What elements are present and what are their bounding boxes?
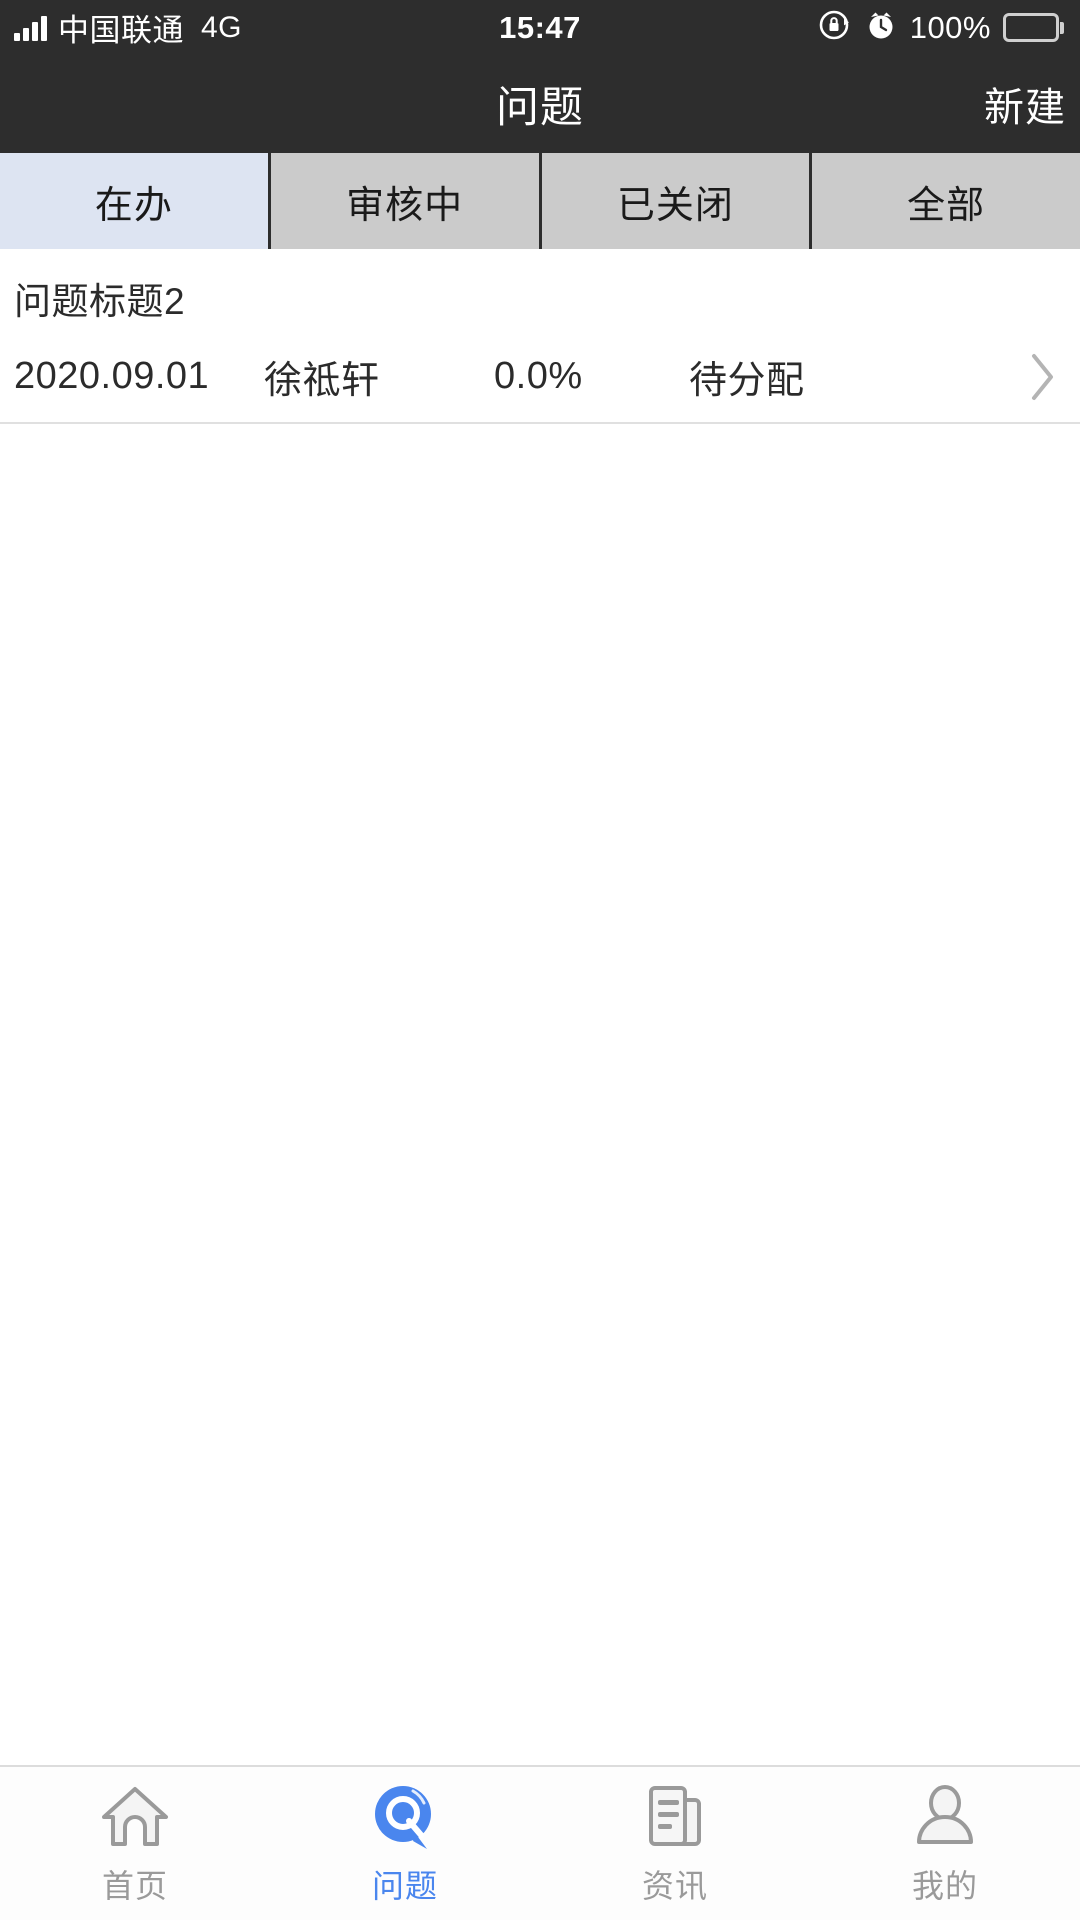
tab-profile[interactable]: 我的: [810, 1781, 1080, 1907]
battery-percent-label: 100%: [909, 9, 991, 45]
home-icon: [99, 1781, 171, 1853]
tab-news[interactable]: 资讯: [540, 1781, 810, 1907]
tab-issues[interactable]: 问题: [270, 1781, 540, 1907]
status-filter-tabs: 在办 审核中 已关闭 全部: [0, 153, 1080, 249]
news-icon: [639, 1781, 711, 1853]
issue-title: 问题标题2: [14, 281, 186, 322]
alarm-clock-icon: [864, 8, 898, 47]
rotation-lock-icon: [818, 8, 852, 47]
status-bar-right: 100%: [818, 8, 1064, 47]
status-bar-left: 中国联通 4G: [14, 5, 242, 50]
issue-meta-row: 2020.09.01 徐祗轩 0.0% 待分配: [14, 349, 1066, 404]
issue-progress: 0.0%: [494, 355, 583, 397]
issue-owner: 徐祗轩: [264, 360, 380, 402]
tab-all[interactable]: 全部: [812, 153, 1080, 249]
tab-closed[interactable]: 已关闭: [541, 153, 813, 249]
status-bar: 中国联通 4G 15:47 100%: [0, 0, 1080, 55]
chevron-right-icon[interactable]: [1026, 351, 1066, 403]
tab-issues-label: 问题: [371, 1867, 438, 1904]
question-bubble-icon: [369, 1781, 441, 1853]
tab-home[interactable]: 首页: [0, 1781, 270, 1907]
tab-under-review[interactable]: 审核中: [270, 153, 542, 249]
page-title: 问题: [496, 84, 584, 132]
carrier-label: 中国联通: [58, 13, 184, 48]
network-type-label: 4G: [201, 10, 243, 44]
app-root: 中国联通 4G 15:47 100% 问题 新建 在办 审核中 已关闭 全部 问…: [0, 0, 1080, 1920]
bottom-tab-bar: 首页 问题 资讯 我的: [0, 1765, 1080, 1920]
signal-bars-icon: [14, 15, 47, 41]
nav-bar: 问题 新建: [0, 55, 1080, 153]
issue-date: 2020.09.01: [14, 355, 210, 397]
status-badge: 待分配: [689, 360, 805, 402]
issue-list: 问题标题2 2020.09.01 徐祗轩 0.0% 待分配: [0, 249, 1080, 1765]
battery-icon: [1003, 13, 1064, 42]
tab-profile-label: 我的: [911, 1867, 978, 1904]
new-issue-button[interactable]: 新建: [984, 75, 1066, 133]
tab-home-label: 首页: [101, 1867, 168, 1904]
table-row[interactable]: 问题标题2 2020.09.01 徐祗轩 0.0% 待分配: [0, 249, 1080, 424]
person-icon: [909, 1781, 981, 1853]
tab-in-progress[interactable]: 在办: [0, 153, 271, 249]
tab-news-label: 资讯: [641, 1867, 708, 1904]
